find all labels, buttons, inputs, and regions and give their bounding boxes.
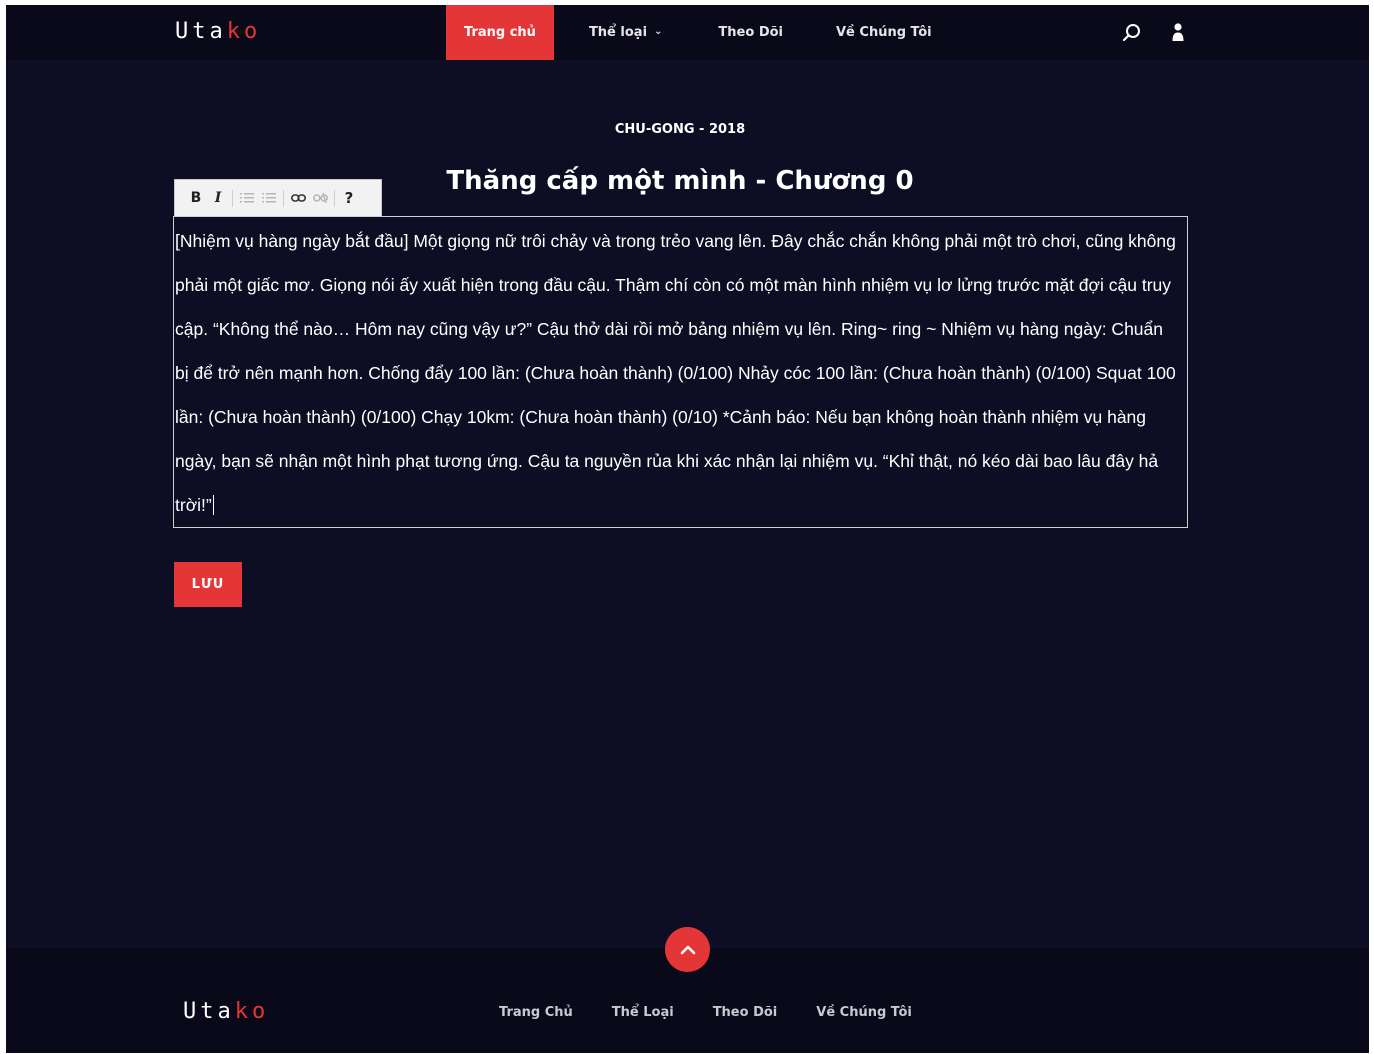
logo-text-accent: ko bbox=[226, 19, 262, 44]
novel-author-year: CHU-GONG - 2018 bbox=[614, 122, 746, 137]
footer-link-about[interactable]: Về Chúng Tôi bbox=[816, 1005, 912, 1020]
text-caret bbox=[212, 495, 214, 515]
chapter-text: [Nhiệm vụ hàng ngày bắt đầu] Một giọng n… bbox=[175, 231, 1176, 515]
nav-label: Trang chủ bbox=[464, 25, 536, 40]
footer-logo[interactable]: Utako bbox=[183, 999, 269, 1024]
main-nav: Trang chủ Thể loại ⌄ Theo Dõi Về Chúng T… bbox=[446, 5, 932, 60]
unlink-icon bbox=[312, 193, 328, 203]
bulleted-list-button[interactable] bbox=[258, 187, 280, 209]
nav-label: Về Chúng Tôi bbox=[836, 25, 932, 40]
site-header: Utako Trang chủ Thể loại ⌄ Theo Dõi Về C… bbox=[6, 5, 1369, 60]
save-button[interactable]: LƯU bbox=[174, 562, 242, 607]
user-icon[interactable] bbox=[1167, 22, 1189, 44]
page-frame: Utako Trang chủ Thể loại ⌄ Theo Dõi Về C… bbox=[6, 5, 1369, 1053]
toolbar-divider bbox=[283, 189, 284, 207]
site-logo[interactable]: Utako bbox=[175, 19, 261, 44]
numbered-list-icon bbox=[240, 193, 254, 203]
help-button[interactable]: ? bbox=[338, 187, 360, 209]
footer-link-genres[interactable]: Thể Loại bbox=[612, 1005, 674, 1020]
footer-link-home[interactable]: Trang Chủ bbox=[499, 1005, 573, 1020]
footer-nav: Trang Chủ Thể Loại Theo Dõi Về Chúng Tôi bbox=[499, 1005, 912, 1020]
logo-text-main: Uta bbox=[183, 999, 235, 1024]
nav-item-home[interactable]: Trang chủ bbox=[446, 5, 554, 60]
bold-label: B bbox=[190, 190, 202, 206]
link-icon bbox=[290, 194, 306, 202]
italic-button[interactable]: I bbox=[207, 187, 229, 209]
nav-item-about[interactable]: Về Chúng Tôi bbox=[836, 5, 932, 60]
toolbar-divider bbox=[232, 189, 233, 207]
chevron-down-icon: ⌄ bbox=[654, 26, 663, 37]
link-button[interactable] bbox=[287, 187, 309, 209]
nav-item-genres[interactable]: Thể loại ⌄ bbox=[589, 5, 662, 60]
chevron-up-icon bbox=[680, 945, 695, 954]
logo-text-main: Uta bbox=[175, 19, 227, 44]
chapter-editor[interactable]: [Nhiệm vụ hàng ngày bắt đầu] Một giọng n… bbox=[173, 216, 1188, 528]
footer-link-following[interactable]: Theo Dõi bbox=[713, 1005, 778, 1020]
bold-button[interactable]: B bbox=[185, 187, 207, 209]
italic-label: I bbox=[214, 190, 222, 206]
bulleted-list-icon bbox=[262, 192, 276, 203]
nav-label: Theo Dõi bbox=[718, 25, 783, 40]
nav-label: Thể loại bbox=[588, 25, 648, 40]
toolbar-divider bbox=[334, 189, 335, 207]
back-to-top-button[interactable] bbox=[665, 927, 710, 972]
search-icon[interactable] bbox=[1121, 22, 1143, 44]
numbered-list-button[interactable] bbox=[236, 187, 258, 209]
help-label: ? bbox=[344, 189, 354, 207]
editor-toolbar: B I ? bbox=[174, 179, 382, 216]
logo-text-accent: ko bbox=[234, 999, 270, 1024]
nav-item-following[interactable]: Theo Dõi bbox=[718, 5, 783, 60]
unlink-button[interactable] bbox=[309, 187, 331, 209]
